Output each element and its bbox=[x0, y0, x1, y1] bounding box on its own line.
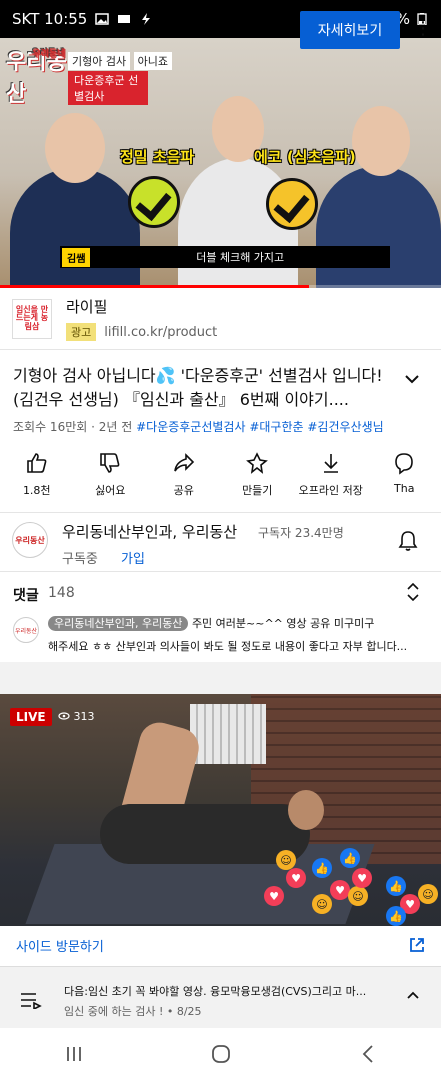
radiator bbox=[190, 704, 266, 764]
up-next-subtitle: 임신 중에 하는 검사 ! • 8/25 bbox=[64, 1005, 202, 1018]
carrier-time: SKT 10:55 bbox=[12, 10, 88, 28]
doctor-right-head bbox=[352, 106, 410, 176]
back-icon bbox=[362, 1045, 373, 1063]
remix-icon bbox=[246, 452, 269, 474]
thanks-icon bbox=[395, 453, 414, 475]
video-banner: 기형아 검사 아니죠 다운증후군 선별검사 bbox=[68, 52, 172, 105]
doctor-right bbox=[316, 166, 441, 288]
comment-avatar: 우리동산 bbox=[13, 617, 39, 643]
like-reaction-icon: 👍 bbox=[340, 848, 360, 868]
comment-first-line: 우리동네산부인과, 우리동산 주민 여러분~~^^ 영상 공유 미구미구 bbox=[48, 615, 432, 631]
download-button[interactable]: 오프라인 저장 bbox=[294, 450, 368, 506]
up-next-bar[interactable]: 다음:임신 초기 꼭 봐야할 영상. 융모막융모생검(CVS)그리고 마... … bbox=[0, 966, 441, 1028]
ad-title: 라이필 bbox=[66, 298, 108, 316]
bell-icon[interactable] bbox=[398, 530, 418, 552]
chevron-up-icon[interactable] bbox=[405, 987, 421, 1003]
like-icon bbox=[26, 453, 47, 473]
eye-icon bbox=[58, 712, 70, 720]
share-button[interactable]: 공유 bbox=[147, 450, 221, 506]
home-button[interactable] bbox=[191, 1039, 251, 1069]
comment-author: 우리동네산부인과, 우리동산 bbox=[48, 616, 189, 631]
heart-reaction-icon: ♥ bbox=[330, 880, 350, 900]
comment-text-1: 주민 여러분~~^^ 영상 공유 미구미구 bbox=[191, 617, 375, 630]
check-left-icon bbox=[128, 176, 180, 228]
ad-logo: 임신을 만드는게 농림삼 bbox=[12, 298, 52, 339]
like-reaction-icon: 👍 bbox=[312, 858, 332, 878]
section-gap bbox=[0, 662, 441, 694]
like-reaction-icon: 👍 bbox=[386, 876, 406, 896]
video-title[interactable]: 기형아 검사 아닙니다💦 '다운증후군' 선별검사 입니다!(김건우 선생님) … bbox=[13, 364, 393, 412]
check-right-icon bbox=[266, 178, 318, 230]
banner-line1: 기형아 검사 bbox=[68, 52, 131, 70]
label-right: 에코 (심초음파) bbox=[254, 148, 356, 166]
download-icon bbox=[323, 454, 338, 473]
system-nav-bar bbox=[0, 1028, 441, 1080]
external-link-icon[interactable] bbox=[408, 936, 426, 954]
viewer-count: 313 bbox=[58, 710, 95, 723]
live-badge: LIVE bbox=[10, 708, 52, 726]
ad-cta-button[interactable]: 자세히보기 bbox=[300, 11, 400, 49]
divider bbox=[0, 571, 441, 572]
haha-reaction-icon: ☺ bbox=[312, 894, 332, 914]
flash-icon bbox=[142, 13, 151, 25]
caption-text: 더블 체크해 가지고 bbox=[196, 251, 285, 264]
label-left: 정밀 초음파 bbox=[120, 148, 195, 166]
doctor-left bbox=[10, 168, 140, 288]
ad-url: lifill.co.kr/product bbox=[104, 324, 218, 340]
view-count: 조회수 16만회 · 2년 전 bbox=[13, 420, 133, 434]
playlist-icon[interactable] bbox=[20, 991, 42, 1009]
thanks-button[interactable]: Tha bbox=[368, 450, 441, 506]
video-meta: 조회수 16만회 · 2년 전 #다운증후군선별검사 #대구한춘 #김건우산생님 bbox=[13, 418, 384, 435]
like-reaction-icon: 👍 bbox=[386, 906, 406, 926]
share-icon bbox=[173, 453, 194, 472]
subscribed-status[interactable]: 구독중 bbox=[62, 548, 98, 567]
video-caption: 김쌤 더블 체크해 가지고 bbox=[60, 246, 390, 268]
remix-button[interactable]: 만들기 bbox=[221, 450, 295, 506]
like-button[interactable]: 1.8천 bbox=[0, 450, 74, 506]
back-button[interactable] bbox=[338, 1039, 398, 1069]
message-icon bbox=[118, 15, 131, 23]
banner-line2: 다운증후군 선별검사 bbox=[68, 71, 148, 105]
comment-second-line: 해주세요 ㅎㅎ 산부인과 의사들이 봐도 될 정도로 내용이 좋다고 자부 합니… bbox=[48, 640, 408, 653]
divider bbox=[0, 512, 441, 513]
subscriber-count: 구독자 23.4만명 bbox=[258, 526, 344, 540]
caption-tag: 김쌤 bbox=[62, 247, 91, 267]
heart-reaction-icon: ♥ bbox=[264, 886, 284, 906]
expand-chevron-icon[interactable] bbox=[403, 370, 421, 388]
join-button[interactable]: 가입 bbox=[121, 548, 145, 567]
channel-name[interactable]: 우리동네산부인과, 우리동산 bbox=[62, 521, 237, 542]
heart-reaction-icon: ♥ bbox=[352, 868, 372, 888]
up-next-title: 다음:임신 초기 꼭 봐야할 영상. 융모막융모생검(CVS)그리고 마... bbox=[64, 985, 367, 998]
channel-avatar[interactable]: 우리동산 bbox=[12, 522, 48, 558]
live-video-card[interactable]: LIVE 313 ♥ ☺ 👍 ♥ ☺ ♥ ☺ ♥ 👍 ♥ 👍 ☺ 👍 bbox=[0, 694, 441, 926]
hashtags[interactable]: #다운증후군선별검사 #대구한춘 #김건우산생님 bbox=[136, 420, 384, 434]
comments-count: 148 bbox=[48, 585, 75, 601]
haha-reaction-icon: ☺ bbox=[418, 884, 438, 904]
comments-title[interactable]: 댓글 bbox=[13, 585, 39, 605]
video-player[interactable]: 우리동산 우리동네 기형아 검사 아니죠 다운증후군 선별검사 정밀 초음파 에… bbox=[0, 38, 441, 288]
haha-reaction-icon: ☺ bbox=[276, 850, 296, 870]
action-bar: 1.8천 싫어요 공유 만들기 오프라인 저장 Tha bbox=[0, 450, 441, 506]
recents-icon bbox=[66, 1047, 81, 1061]
ad-menu-icon[interactable]: ⋮ bbox=[414, 18, 432, 42]
ad-row[interactable]: 임신을 만드는게 농림삼 라이필 광고 lifill.co.kr/product bbox=[0, 288, 441, 350]
dislike-button[interactable]: 싫어요 bbox=[74, 450, 148, 506]
expand-comments-icon[interactable] bbox=[405, 583, 421, 601]
heart-reaction-icon: ♥ bbox=[286, 868, 306, 888]
ad-badge: 광고 bbox=[66, 323, 97, 341]
visit-site-link[interactable]: 사이드 방문하기 bbox=[16, 936, 104, 955]
doctor-left-head bbox=[45, 113, 105, 183]
gallery-icon bbox=[95, 13, 110, 25]
dislike-icon bbox=[100, 453, 120, 473]
haha-reaction-icon: ☺ bbox=[348, 886, 368, 906]
home-icon bbox=[211, 1045, 230, 1063]
channel-logo: 우리동산 우리동네 bbox=[6, 49, 67, 107]
visit-site-row[interactable]: 사이드 방문하기 bbox=[0, 926, 441, 964]
yogi-head bbox=[288, 790, 324, 830]
recents-button[interactable] bbox=[44, 1039, 104, 1069]
banner-badge: 아니죠 bbox=[133, 52, 172, 70]
